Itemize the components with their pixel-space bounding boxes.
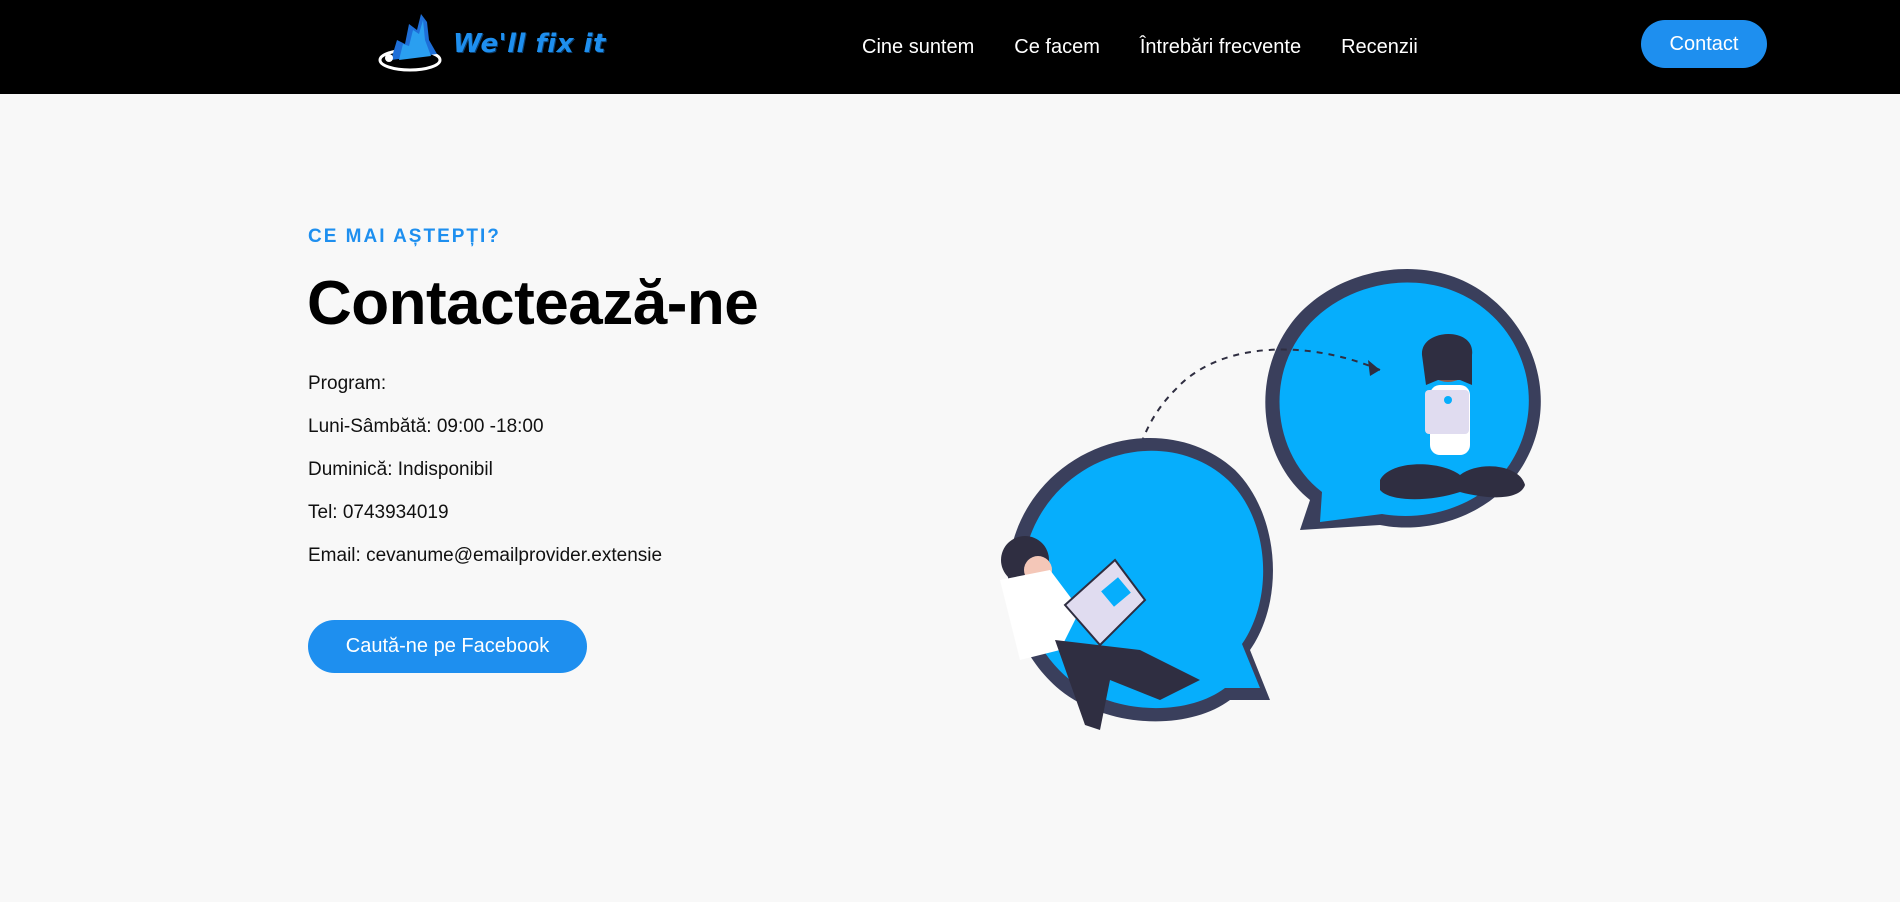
logo-text: We'll fix it	[453, 29, 606, 59]
left-chat-bubble	[1000, 437, 1273, 730]
section-eyebrow: CE MAI AȘTEPȚI?	[308, 226, 501, 247]
nav-link-cine-suntem[interactable]: Cine suntem	[862, 36, 974, 59]
contact-info: Program: Luni-Sâmbătă: 09:00 -18:00 Dumi…	[308, 372, 662, 587]
nav-link-intrebari-frecvente[interactable]: Întrebări frecvente	[1140, 36, 1301, 59]
contact-button[interactable]: Contact	[1641, 20, 1767, 68]
nav-link-recenzii[interactable]: Recenzii	[1341, 36, 1418, 59]
logo-icon	[378, 14, 442, 72]
weekday-hours: Luni-Sâmbătă: 09:00 -18:00	[308, 416, 544, 437]
main-nav: Cine suntem Ce facem Întrebări frecvente…	[862, 0, 1458, 94]
right-chat-bubble	[1265, 268, 1541, 530]
phone-number: Tel: 0743934019	[308, 502, 449, 523]
page-title: Contactează-ne	[307, 269, 759, 338]
navbar: We'll fix it Cine suntem Ce facem Întreb…	[0, 0, 1900, 94]
nav-link-ce-facem[interactable]: Ce facem	[1014, 36, 1100, 59]
program-label: Program:	[308, 373, 387, 394]
chat-bubbles-illustration	[1000, 268, 1541, 730]
logo[interactable]: We'll fix it	[377, 10, 606, 78]
facebook-button[interactable]: Caută-ne pe Facebook	[308, 620, 587, 673]
email-address: Email: cevanume@emailprovider.extensie	[308, 545, 663, 566]
sunday-hours: Duminică: Indisponibil	[308, 459, 493, 480]
